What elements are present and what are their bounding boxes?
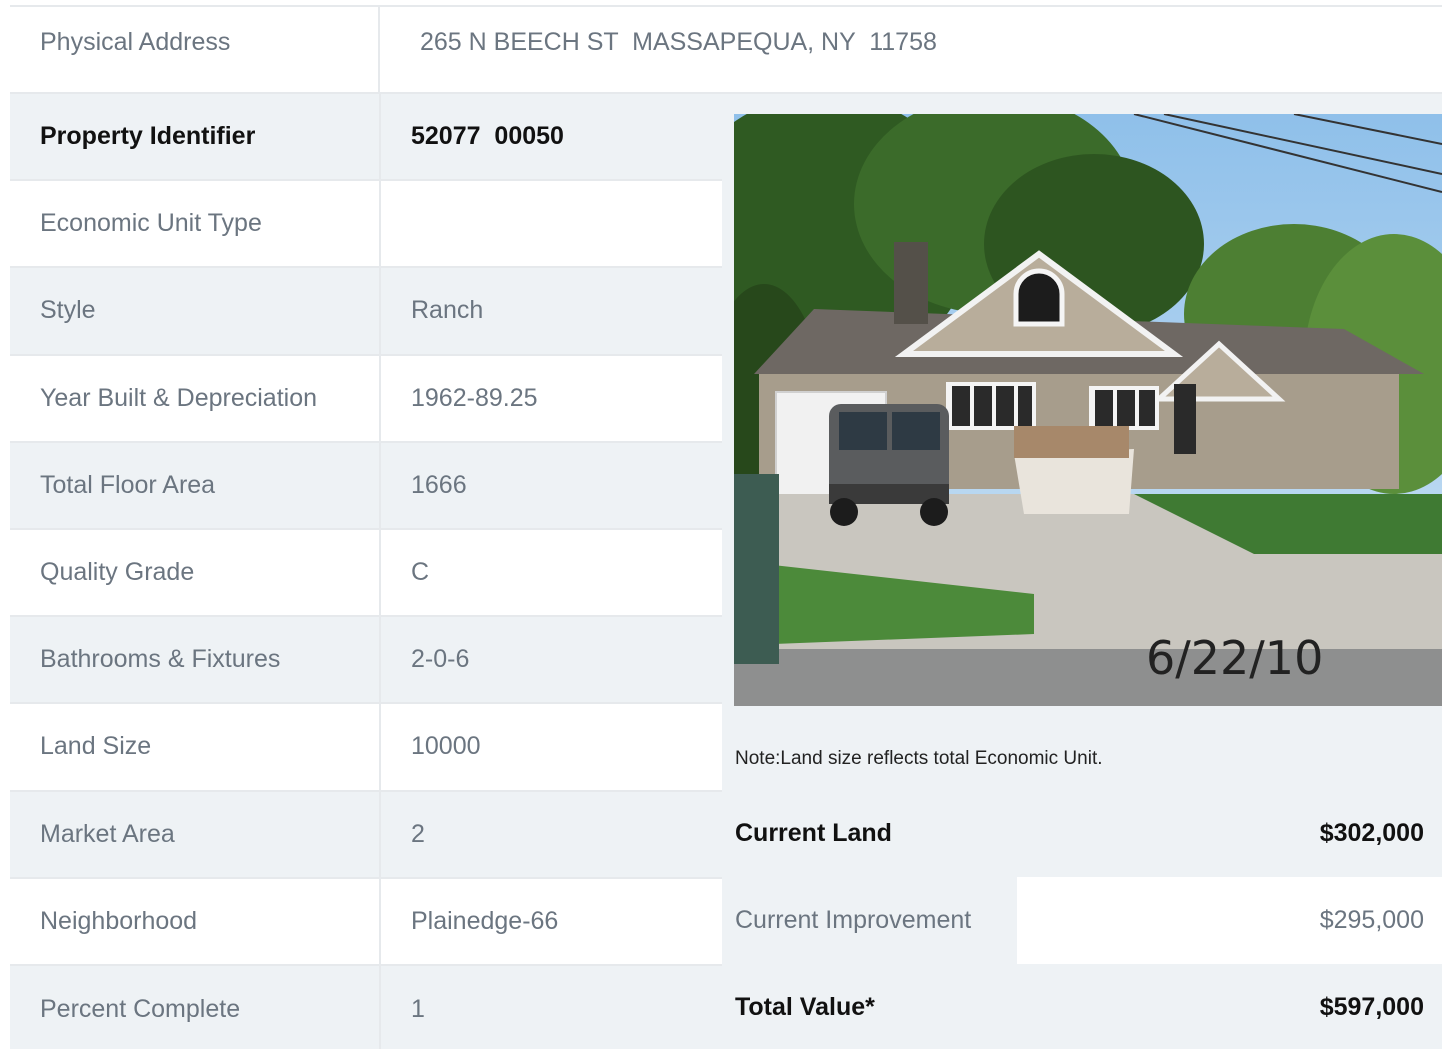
row-total-value: Total Value* $597,000 [722, 964, 1442, 1049]
row-neighborhood: Neighborhood Plainedge-66 [10, 878, 722, 966]
property-record-page: Physical Address 265 N BEECH ST MASSAPEQ… [0, 0, 1442, 1049]
percent-complete-label: Percent Complete [10, 965, 381, 1049]
row-total-floor-area: Total Floor Area 1666 [10, 442, 722, 530]
row-quality-grade: Quality Grade C [10, 529, 722, 618]
row-bathrooms: Bathrooms & Fixtures 2-0-6 [10, 617, 722, 705]
row-style: Style Ranch [10, 268, 722, 356]
land-size-value: 10000 [411, 732, 481, 761]
photo-and-valuation-panel: 6/22/10 Note:Land size reflects total Ec… [722, 94, 1442, 1049]
row-current-improvement: Current Improvement $295,000 [722, 877, 1442, 965]
neighborhood-value: Plainedge-66 [411, 906, 559, 935]
current-improvement-value: $295,000 [1017, 877, 1442, 965]
quality-grade-label: Quality Grade [10, 529, 381, 616]
row-land-size: Land Size 10000 [10, 704, 722, 792]
total-floor-area-value: 1666 [411, 470, 467, 499]
property-identifier-value: 52077 00050 [411, 122, 564, 151]
economic-unit-type-value [381, 181, 722, 266]
current-improvement-label: Current Improvement [735, 906, 972, 935]
row-percent-complete: Percent Complete 1 [10, 965, 722, 1049]
total-value-label: Total Value* [735, 993, 875, 1022]
address-row: Physical Address 265 N BEECH ST MASSAPEQ… [10, 7, 1442, 94]
quality-grade-value: C [411, 558, 430, 587]
row-year-built: Year Built & Depreciation 1962-89.25 [10, 355, 722, 443]
land-size-note: Note:Land size reflects total Economic U… [735, 748, 1103, 769]
neighborhood-label: Neighborhood [10, 878, 381, 964]
bathrooms-value: 2-0-6 [411, 645, 470, 674]
row-current-land: Current Land $302,000 [722, 790, 1442, 878]
year-built-label: Year Built & Depreciation [10, 355, 381, 441]
current-land-label: Current Land [735, 819, 892, 848]
percent-complete-value: 1 [411, 994, 425, 1023]
land-size-label: Land Size [10, 704, 381, 790]
address-value: 265 N BEECH ST MASSAPEQUA, NY 11758 [420, 28, 937, 56]
market-area-label: Market Area [10, 791, 381, 877]
property-details-table: Property Identifier 52077 00050 Economic… [10, 94, 722, 1049]
row-property-identifier: Property Identifier 52077 00050 [10, 94, 722, 182]
property-photo: 6/22/10 [734, 114, 1442, 706]
style-value: Ranch [411, 296, 484, 325]
economic-unit-type-label: Economic Unit Type [10, 181, 381, 267]
style-label: Style [10, 268, 381, 354]
address-label: Physical Address [10, 7, 380, 92]
total-floor-area-label: Total Floor Area [10, 442, 381, 528]
row-market-area: Market Area 2 [10, 791, 722, 879]
year-built-value: 1962-89.25 [411, 383, 538, 412]
valuation-table: Current Land $302,000 Current Improvemen… [722, 790, 1442, 1049]
row-economic-unit-type: Economic Unit Type [10, 181, 722, 269]
total-value-value: $597,000 [1017, 964, 1442, 1049]
photo-date-stamp: 6/22/10 [1146, 631, 1323, 685]
market-area-value: 2 [411, 819, 425, 848]
bathrooms-label: Bathrooms & Fixtures [10, 617, 381, 703]
current-land-value: $302,000 [1017, 790, 1442, 878]
property-identifier-label: Property Identifier [10, 94, 381, 180]
